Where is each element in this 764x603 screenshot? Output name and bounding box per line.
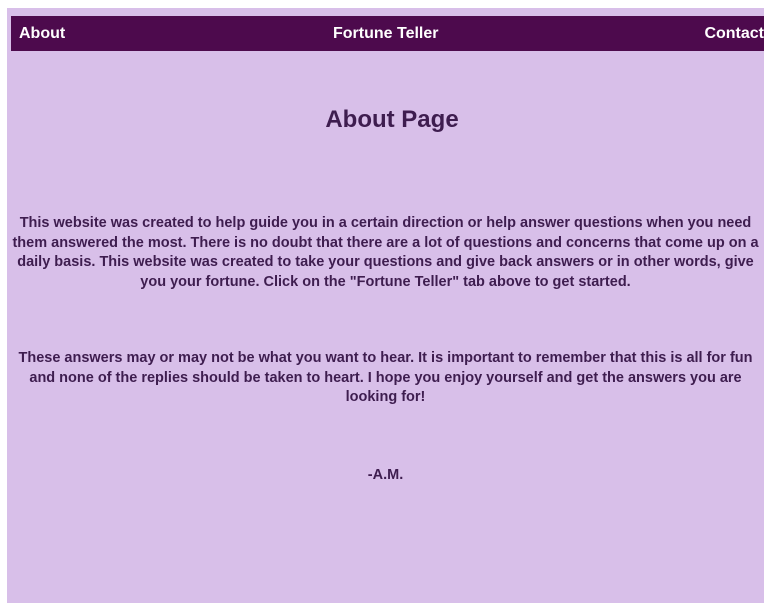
navbar: About Fortune Teller Contact: [11, 16, 764, 51]
intro-paragraph-line: This website was created to help guide y…: [19, 215, 752, 231]
author-signature: -A.M.: [367, 467, 404, 483]
disclaimer-paragraph-line: looking for!: [345, 389, 426, 405]
nav-link-contact[interactable]: Contact: [704, 16, 764, 51]
intro-paragraph-line: daily basis. This website was created to…: [17, 254, 754, 270]
intro-paragraph-line: them answered the most. There is no doub…: [12, 234, 759, 251]
disclaimer-paragraph-line: These answers may or may not be what you…: [18, 350, 753, 366]
nav-link-fortune-teller[interactable]: Fortune Teller: [333, 16, 439, 51]
intro-paragraph-line: you your fortune. Click on the "Fortune …: [140, 273, 631, 290]
intro-paragraph: This website was created to help guide y…: [7, 214, 764, 292]
disclaimer-paragraph: These answers may or may not be what you…: [7, 349, 764, 408]
page: About Fortune Teller Contact About Page …: [7, 8, 764, 603]
nav-link-about[interactable]: About: [19, 16, 65, 51]
disclaimer-paragraph-line: and none of the replies should be taken …: [29, 369, 742, 386]
page-title: About Page: [325, 106, 459, 133]
